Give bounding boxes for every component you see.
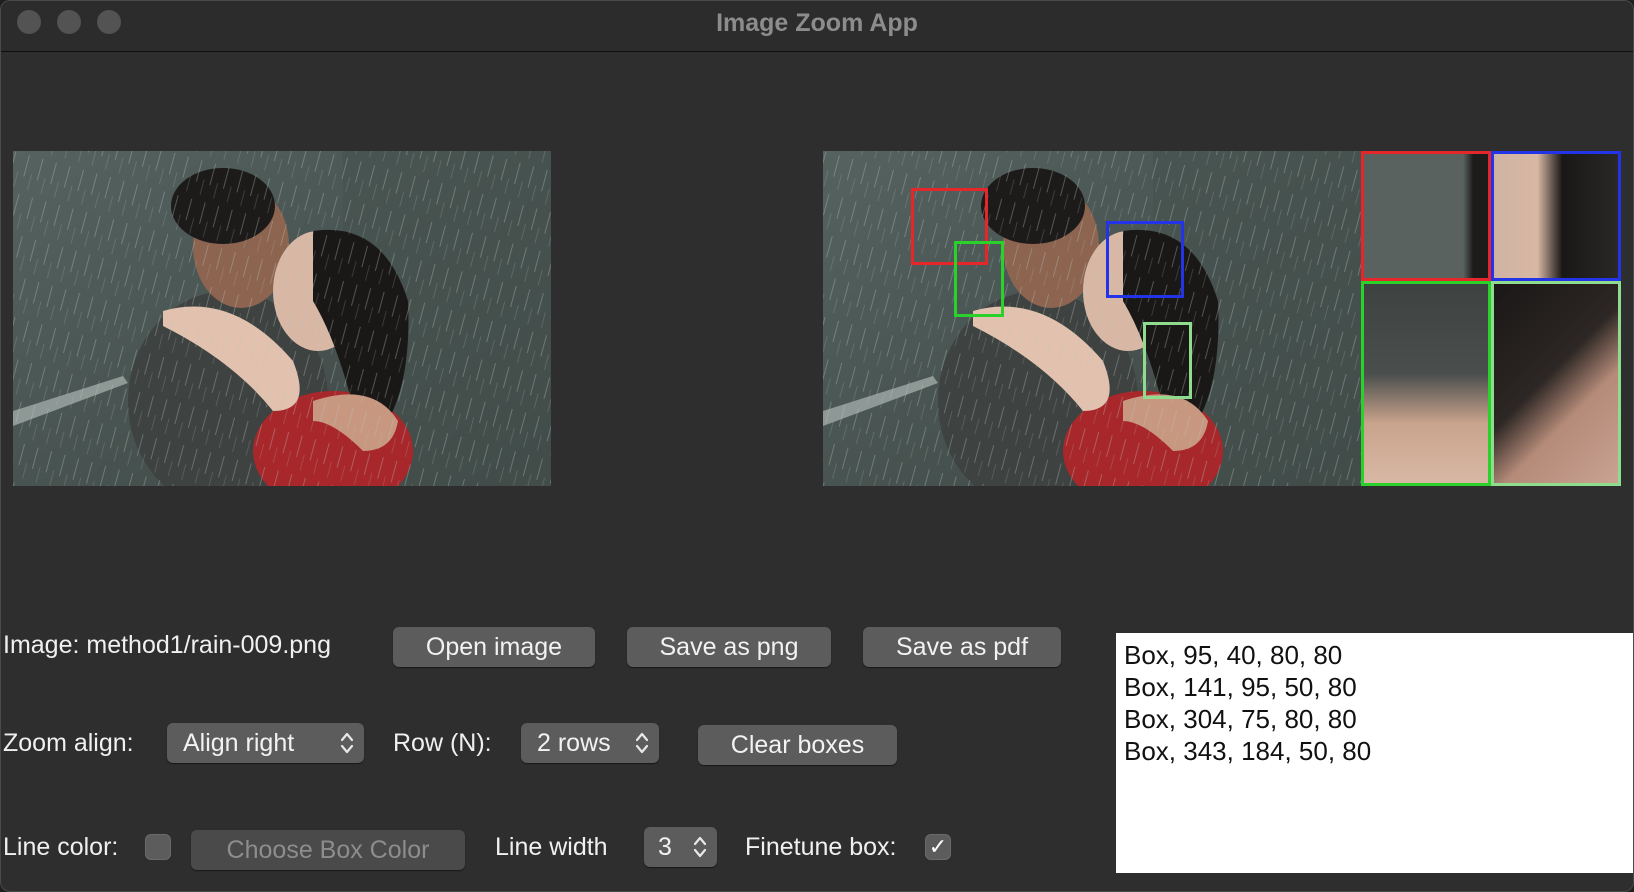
zoom-crops-column-1 (1361, 151, 1491, 486)
line-width-label: Line width (495, 833, 608, 861)
save-pdf-button[interactable]: Save as pdf (863, 627, 1061, 667)
zoom-align-select[interactable]: Align right (167, 723, 364, 763)
zoom-align-value: Align right (183, 728, 295, 757)
open-image-button[interactable]: Open image (393, 627, 595, 667)
rows-label: Row (N): (393, 729, 492, 757)
finetune-box-label: Finetune box: (745, 833, 897, 861)
rows-value: 2 rows (537, 728, 611, 757)
box-green-overlay[interactable] (954, 241, 1004, 317)
zoom-align-label: Zoom align: (3, 729, 134, 757)
save-png-button[interactable]: Save as png (627, 627, 831, 667)
line-color-label: Line color: (3, 833, 119, 861)
choose-box-color-button[interactable]: Choose Box Color (191, 830, 465, 870)
box-entry: Box, 304, 75, 80, 80 (1124, 704, 1357, 734)
box-entry: Box, 343, 184, 50, 80 (1124, 736, 1372, 766)
zoom-crop-green (1361, 281, 1491, 486)
original-photo (13, 151, 551, 486)
chevron-updown-icon (635, 732, 649, 754)
result-image[interactable] (823, 151, 1361, 486)
window-title: Image Zoom App (716, 9, 918, 37)
box-list-textarea[interactable]: Box, 95, 40, 80, 80 Box, 141, 95, 50, 80… (1116, 633, 1633, 873)
box-blue-overlay[interactable] (1106, 221, 1184, 298)
checkmark-icon: ✓ (928, 834, 948, 859)
box-entry: Box, 141, 95, 50, 80 (1124, 672, 1357, 702)
chevron-updown-icon (693, 836, 707, 858)
zoom-crop-red (1361, 151, 1491, 281)
zoom-crops-column-2 (1491, 151, 1621, 486)
box-lightgreen-overlay[interactable] (1143, 322, 1192, 399)
image-path-label: Image: method1/rain-009.png (3, 631, 331, 659)
line-width-stepper[interactable]: 3 (644, 827, 717, 867)
title-bar: Image Zoom App (1, 1, 1633, 52)
line-width-value: 3 (658, 832, 672, 861)
zoom-crop-blue (1491, 151, 1621, 281)
zoom-crop-lightgreen (1491, 281, 1621, 486)
rows-select[interactable]: 2 rows (521, 723, 659, 763)
result-photo (823, 151, 1361, 486)
box-entry: Box, 95, 40, 80, 80 (1124, 640, 1343, 670)
clear-boxes-button[interactable]: Clear boxes (698, 725, 897, 765)
line-color-checkbox[interactable] (145, 834, 171, 860)
app-window: Image Zoom App Image: method1/rain-009.p… (0, 0, 1634, 892)
chevron-updown-icon (340, 732, 354, 754)
original-image[interactable] (13, 151, 551, 486)
finetune-box-checkbox[interactable]: ✓ (925, 834, 951, 860)
